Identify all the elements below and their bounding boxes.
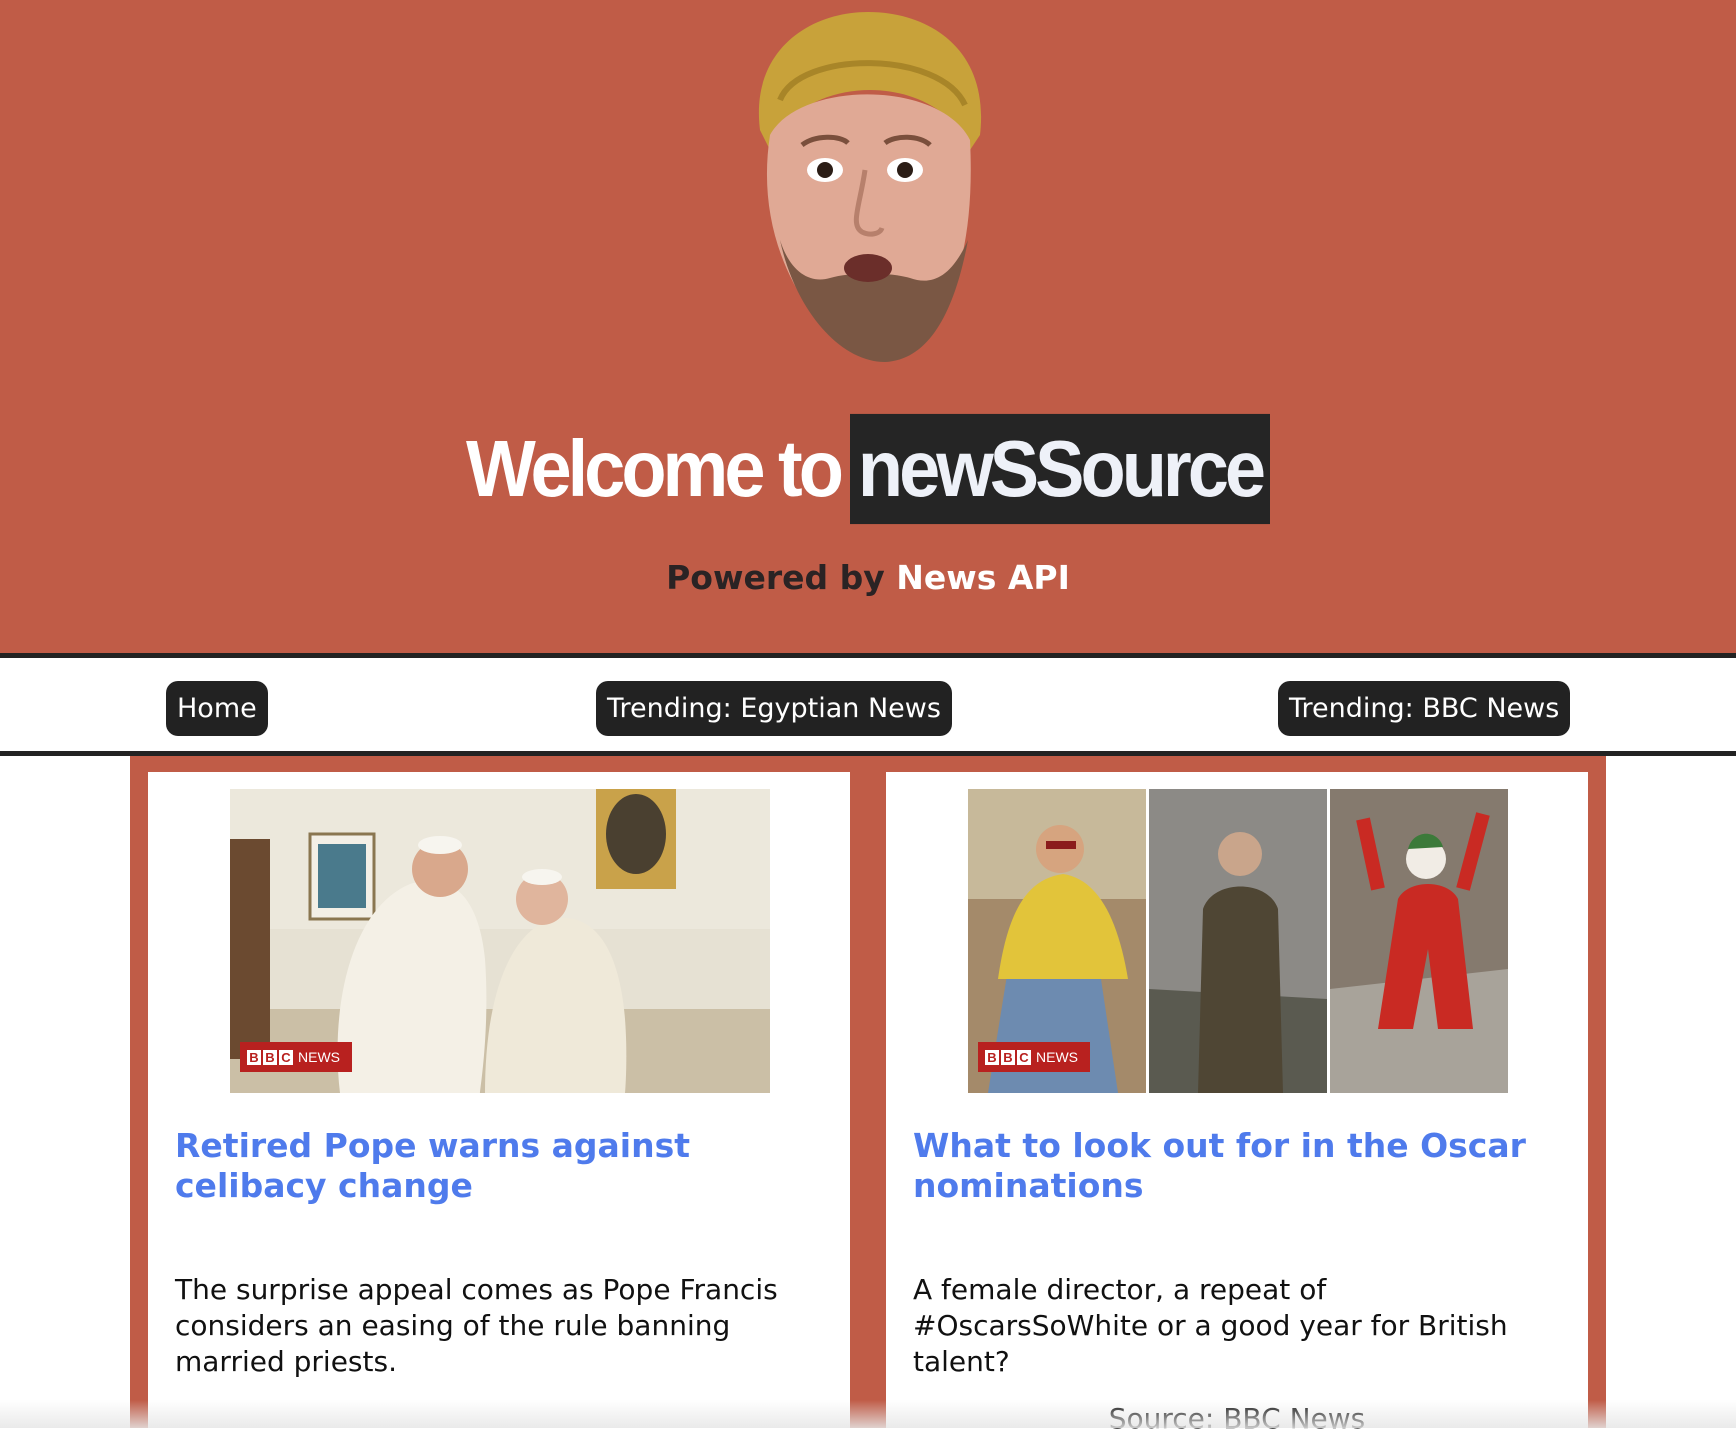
- article-image[interactable]: B B C NEWS: [968, 789, 1508, 1093]
- article-description: The surprise appeal comes as Pope Franci…: [175, 1273, 778, 1378]
- article-title-link[interactable]: Retired Pope warns against celibacy chan…: [175, 1126, 815, 1206]
- bbc-news-badge: B B C NEWS: [978, 1042, 1090, 1072]
- bbc-news-label: NEWS: [1036, 1049, 1078, 1065]
- bbc-news-label: NEWS: [298, 1049, 340, 1065]
- article-card: B B C NEWS Retired Pope warns against celib…: [148, 772, 850, 1452]
- title-prefix: Welcome to: [465, 423, 844, 514]
- bbc-logo-b2: B: [1001, 1049, 1015, 1065]
- article-description: A female director, a repeat of #OscarsSo…: [913, 1273, 1508, 1378]
- trending-bbc-news-button[interactable]: Trending: BBC News: [1278, 681, 1571, 736]
- trending-egyptian-news-button[interactable]: Trending: Egyptian News: [596, 681, 952, 736]
- face-avatar-icon: [758, 12, 982, 362]
- article-card: B B C NEWS What to look out for in the Osca…: [886, 772, 1588, 1452]
- news-api-link[interactable]: News API: [896, 558, 1070, 597]
- article-image[interactable]: B B C NEWS: [230, 789, 770, 1093]
- hero-header: Welcome to newSSource Powered by News API: [0, 0, 1736, 653]
- powered-by: Powered by News API: [0, 558, 1736, 597]
- bbc-logo-c: C: [1017, 1049, 1031, 1065]
- bbc-logo-b1: B: [247, 1049, 261, 1065]
- bbc-logo-c: C: [279, 1049, 293, 1065]
- powered-prefix: Powered by: [666, 558, 885, 597]
- navbar: Home Trending: Egyptian News Trending: B…: [0, 653, 1736, 756]
- home-button[interactable]: Home: [166, 681, 268, 736]
- article-title-link[interactable]: What to look out for in the Oscar nomina…: [913, 1126, 1553, 1206]
- article-source: Source: BBC News: [1108, 1402, 1366, 1435]
- bbc-logo-b2: B: [263, 1049, 277, 1065]
- page-title: Welcome to newSSource: [0, 413, 1736, 525]
- bbc-logo-b1: B: [985, 1049, 999, 1065]
- brand-name: newSSource: [849, 413, 1271, 525]
- articles-grid: B B C NEWS Retired Pope warns against celib…: [130, 756, 1606, 1452]
- bbc-news-badge: B B C NEWS: [240, 1042, 352, 1072]
